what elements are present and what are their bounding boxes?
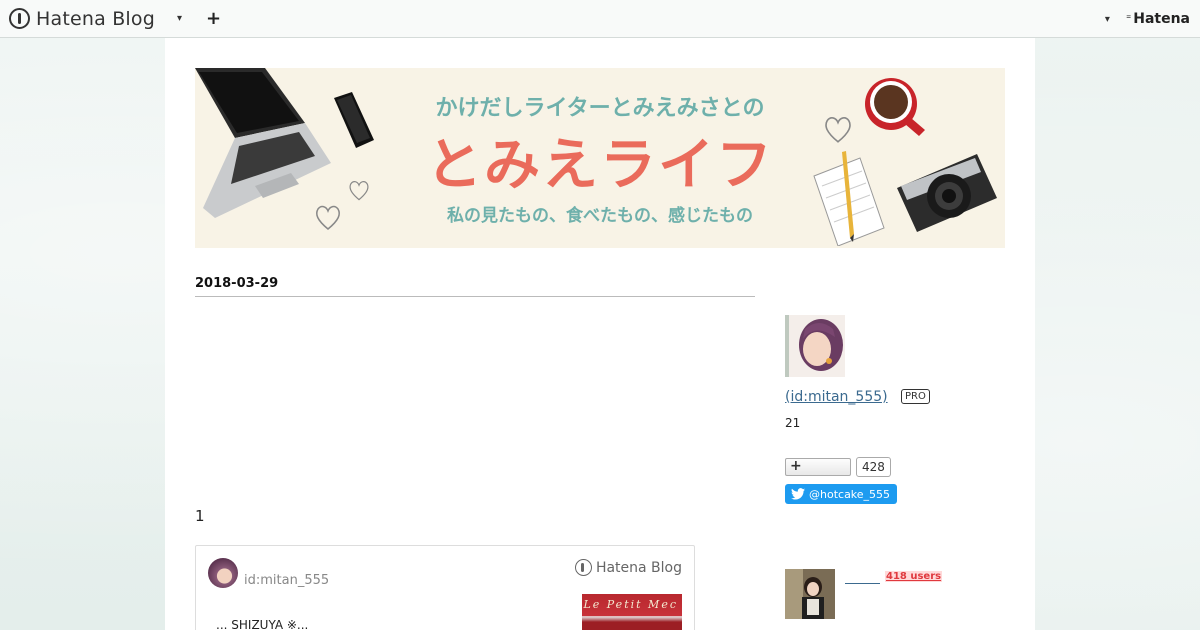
card-brand-text: Hatena Blog [595,559,682,576]
profile-avatar[interactable] [785,315,845,377]
related-entry-photo [785,569,835,619]
blog-embed-card[interactable]: id:mitan_555 Hatena Blog ... SHIZUYA ※..… [195,545,695,630]
card-hatena-blog-logo: Hatena Blog [574,559,682,576]
card-excerpt: ... SHIZUYA ※... [216,618,309,630]
blog-container: かけだしライターとみえみさとの とみえライフ 私の見たもの、食べたもの、感じたも… [165,38,1035,630]
blog-header-banner[interactable]: かけだしライターとみえみさとの とみえライフ 私の見たもの、食べたもの、感じたも… [195,68,1005,248]
notepad-pencil-illustration [813,151,885,246]
profile-id-link[interactable]: (id:mitan_555) [785,389,888,405]
global-header: Hatena Blog ▾ + ▾ ⁼ Hatena [0,0,1200,38]
hatena-logo[interactable]: ⁼ Hatena [1126,11,1190,27]
twitter-follow-button[interactable]: @hotcake_555 [785,484,897,504]
coffee-cup-illustration [865,78,925,136]
plus-icon: + [790,458,802,474]
hatena-blog-icon [9,8,30,29]
card-thumbnail-sign: Le Petit Mec [583,598,678,611]
camera-illustration [897,154,997,232]
pro-badge: PRO [901,389,930,404]
avatar [208,558,238,588]
header-right: ▾ ⁼ Hatena [1105,0,1190,38]
hatena-mark-icon: ⁼ [1125,13,1131,25]
hatena-blog-logo[interactable]: Hatena Blog [9,8,155,30]
twitter-bird-icon [791,488,805,500]
related-entry-thumbnail[interactable] [785,569,835,619]
hatena-logo-text: Hatena [1133,11,1190,27]
hatena-blog-icon [574,559,592,576]
plus-icon[interactable]: + [206,8,221,29]
heart-doodle-icon [825,117,851,143]
chevron-down-icon[interactable]: ▾ [177,13,182,24]
profile-number: 21 [785,416,801,430]
reader-follow-button[interactable]: + [785,458,851,476]
bookmark-users-badge[interactable]: 418 users [885,571,943,582]
profile-photo [785,315,845,377]
entry-date[interactable]: 2018-03-29 [195,276,755,297]
card-user-id: id:mitan_555 [244,573,330,588]
hatena-blog-brand-text: Hatena Blog [36,7,155,30]
account-menu-chevron-icon[interactable]: ▾ [1105,14,1110,25]
reader-count: 428 [856,457,891,477]
entry-number: 1 [195,507,205,525]
related-entry-link[interactable] [845,583,880,584]
twitter-handle: @hotcake_555 [809,487,891,501]
